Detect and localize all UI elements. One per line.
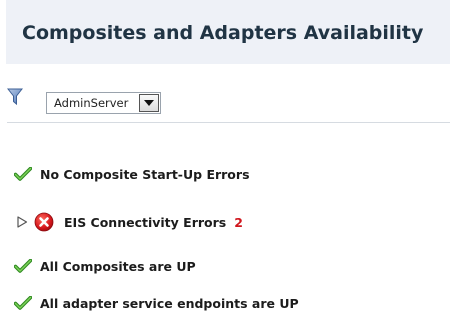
dropdown-button[interactable] bbox=[139, 94, 160, 112]
panel-header: Composites and Adapters Availability bbox=[6, 0, 450, 64]
page-title: Composites and Adapters Availability bbox=[22, 22, 424, 44]
expand-triangle-icon[interactable] bbox=[16, 216, 28, 228]
status-label: EIS Connectivity Errors bbox=[64, 214, 227, 230]
status-label: No Composite Start-Up Errors bbox=[40, 166, 250, 182]
check-icon bbox=[14, 296, 32, 310]
status-label: All Composites are UP bbox=[40, 258, 196, 274]
status-item-adapter-endpoints: All adapter service endpoints are UP bbox=[14, 292, 299, 314]
status-item-composite-startup: No Composite Start-Up Errors bbox=[14, 163, 250, 185]
error-icon bbox=[34, 212, 54, 232]
toolbar: AdminServer bbox=[7, 84, 450, 120]
status-item-eis-connectivity: EIS Connectivity Errors 2 bbox=[16, 211, 243, 233]
status-item-composites-up: All Composites are UP bbox=[14, 255, 196, 277]
check-icon bbox=[14, 259, 32, 273]
server-select[interactable]: AdminServer bbox=[46, 92, 162, 114]
filter-icon[interactable] bbox=[7, 88, 23, 106]
divider bbox=[7, 122, 450, 123]
server-select-value: AdminServer bbox=[54, 96, 129, 110]
chevron-down-icon bbox=[144, 100, 155, 106]
availability-panel: Composites and Adapters Availability Adm… bbox=[0, 0, 450, 318]
error-count-link[interactable]: 2 bbox=[234, 215, 243, 230]
check-icon bbox=[14, 167, 32, 181]
status-label: All adapter service endpoints are UP bbox=[40, 295, 299, 311]
